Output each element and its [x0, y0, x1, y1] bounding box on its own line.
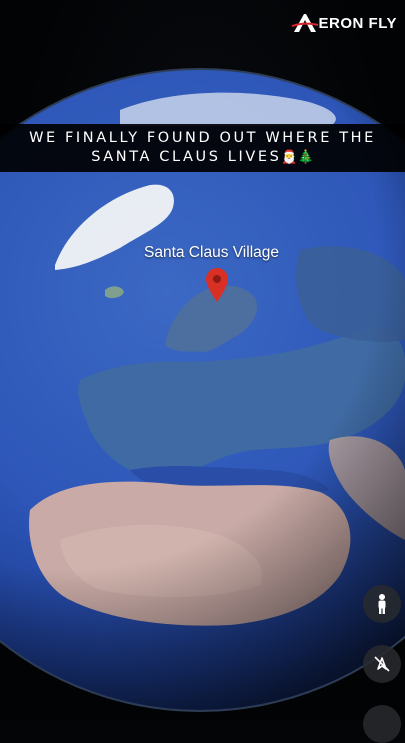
street-view-button[interactable]: [363, 585, 401, 623]
brand-name: ERON FLY: [318, 14, 397, 32]
caption-line-2-text: SANTA CLAUS LIVES: [91, 149, 282, 165]
caption-line-2: SANTA CLAUS LIVES🎅🎄: [0, 148, 405, 167]
logo-mark-icon: [291, 14, 318, 32]
caption-emojis: 🎅🎄: [281, 150, 314, 165]
map-pin-icon[interactable]: [206, 268, 228, 302]
earth-globe[interactable]: [0, 0, 405, 720]
caption-banner: WE FINALLY FOUND OUT WHERE THE SANTA CLA…: [0, 124, 405, 172]
caption-line-1: WE FINALLY FOUND OUT WHERE THE: [29, 130, 376, 146]
pegman-icon: [378, 594, 386, 614]
extra-control-button[interactable]: [363, 705, 401, 743]
marker-label: Santa Claus Village: [144, 244, 279, 261]
compass-button[interactable]: [363, 645, 401, 683]
aeronfly-logo: ERON FLY: [291, 12, 397, 34]
compass-icon: [374, 656, 390, 672]
